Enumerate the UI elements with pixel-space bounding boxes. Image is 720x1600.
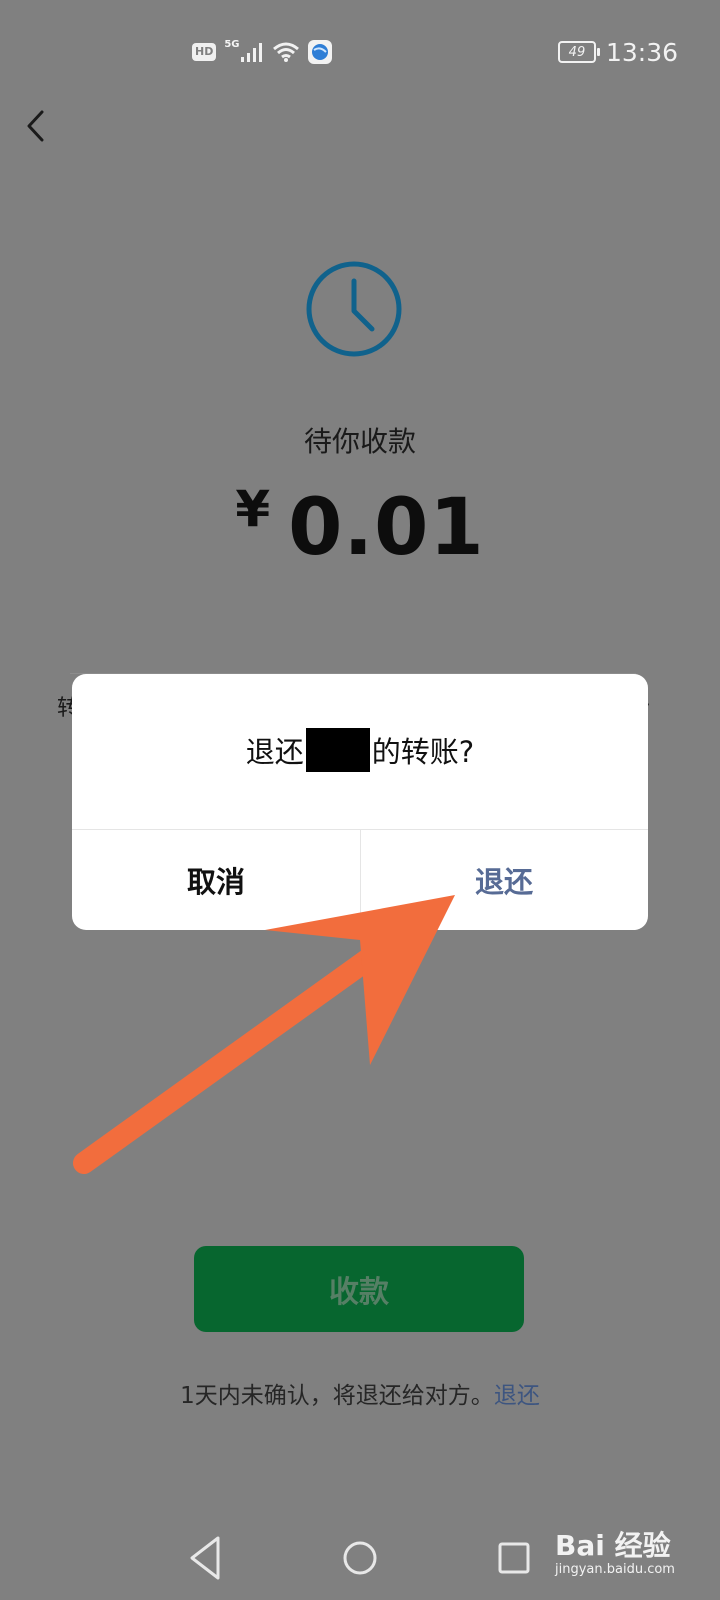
watermark-url: jingyan.baidu.com <box>555 1562 675 1577</box>
wifi-icon <box>272 42 299 62</box>
refund-button[interactable]: 退还 <box>360 830 648 930</box>
nav-back-icon[interactable] <box>190 1536 220 1580</box>
status-icons-left: HD 5G <box>192 38 332 66</box>
footnote: 1天内未确认，将退还给对方。退还 <box>0 1376 720 1410</box>
browser-app-icon <box>307 40 332 64</box>
nav-home-icon[interactable] <box>343 1541 377 1575</box>
dialog-message-suffix: 的转账? <box>371 735 475 769</box>
clock-time: 13:36 <box>605 37 678 67</box>
refund-confirm-dialog: 退还 的转账? 取消 退还 <box>72 674 648 930</box>
battery-icon: 49 <box>557 41 600 63</box>
watermark-brand: Bai 经验 <box>555 1529 671 1562</box>
network-type-label: 5G <box>224 38 240 50</box>
dialog-message-prefix: 退还 <box>245 735 304 769</box>
footnote-refund-link[interactable]: 退还 <box>494 1383 540 1409</box>
status-title: 待你收款 <box>303 425 416 458</box>
hd-badge: HD <box>192 43 217 61</box>
back-button[interactable] <box>22 104 62 148</box>
status-bar: HD 5G 49 13:36 <box>0 0 720 100</box>
status-icons-right: 49 13:36 <box>557 36 678 68</box>
cancel-button[interactable]: 取消 <box>72 830 360 930</box>
currency-symbol: ¥ <box>235 480 271 538</box>
dialog-message: 退还 的转账? <box>72 728 648 772</box>
amount-display: ¥0.01 <box>0 480 720 573</box>
signal-icon <box>240 43 262 62</box>
chevron-left-icon <box>27 110 44 142</box>
clock-icon <box>306 261 402 361</box>
nav-recents-icon[interactable] <box>498 1542 530 1574</box>
baidu-jingyan-watermark: Bai 经验 jingyan.baidu.com <box>555 1520 715 1590</box>
accept-payment-button[interactable]: 收款 <box>194 1246 524 1332</box>
amount-value: 0.01 <box>288 483 485 573</box>
footnote-text: 1天内未确认，将退还给对方。 <box>180 1383 494 1409</box>
redacted-name <box>305 728 370 772</box>
battery-level: 49 <box>568 44 586 60</box>
